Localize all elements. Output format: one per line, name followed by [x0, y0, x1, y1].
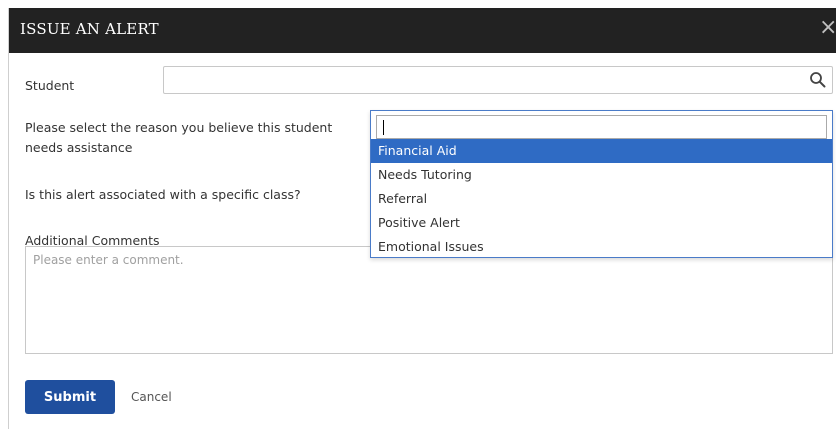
modal-header: ISSUE AN ALERT × [9, 8, 836, 53]
submit-button[interactable]: Submit [25, 380, 115, 414]
option-needs-tutoring[interactable]: Needs Tutoring [371, 163, 832, 187]
modal-title: ISSUE AN ALERT [20, 20, 159, 38]
close-icon[interactable]: × [819, 16, 836, 40]
reason-label: Please select the reason you believe thi… [25, 120, 333, 155]
reason-option-list: Financial Aid Needs Tutoring Referral Po… [371, 139, 832, 259]
student-field [163, 66, 833, 94]
text-cursor [383, 120, 384, 135]
student-label: Student [25, 78, 75, 93]
comment-textarea[interactable] [25, 246, 833, 354]
class-question-label: Is this alert associated with a specific… [25, 187, 301, 202]
cancel-link[interactable]: Cancel [131, 388, 172, 406]
option-positive-alert[interactable]: Positive Alert [371, 211, 832, 235]
issue-alert-modal: ISSUE AN ALERT × Student Please select t… [8, 8, 836, 429]
option-financial-aid[interactable]: Financial Aid [371, 139, 832, 163]
option-emotional-issues[interactable]: Emotional Issues [371, 235, 832, 259]
reason-dropdown: Financial Aid Needs Tutoring Referral Po… [370, 110, 833, 258]
search-icon[interactable] [808, 70, 828, 90]
student-input[interactable] [164, 67, 794, 93]
reason-search-input[interactable] [376, 115, 827, 139]
option-referral[interactable]: Referral [371, 187, 832, 211]
